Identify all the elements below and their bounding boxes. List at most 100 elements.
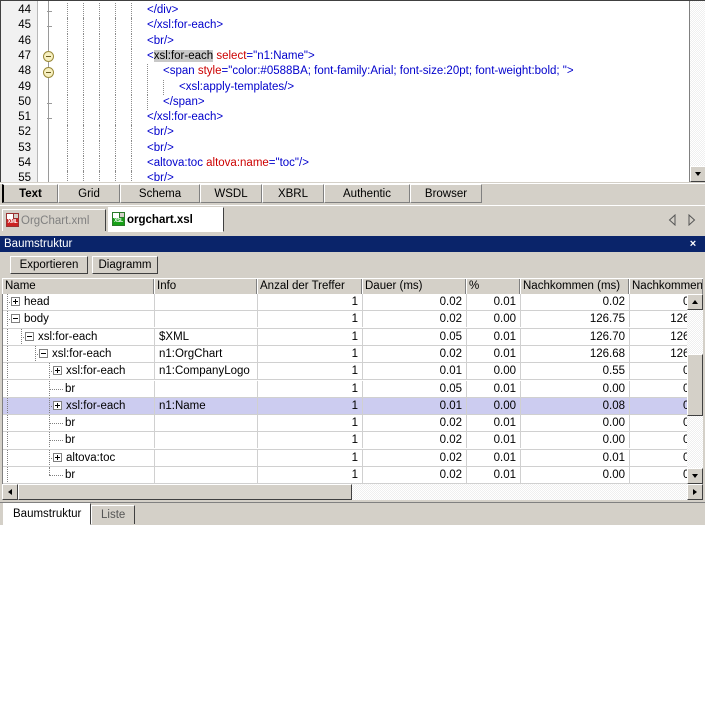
cell-dauer-ms[interactable]: 0.02 [363,294,467,310]
cell-nachkommen-ms[interactable]: 126.70 [521,328,630,345]
cell-dauer-ms[interactable]: 0.05 [363,380,467,397]
code-line[interactable]: 47 <xsl:for-each select="n1:Name"> [1,48,705,65]
document-tab-orgchart-xsl[interactable]: XSL orgchart.xsl [108,207,224,232]
cell-info[interactable] [155,449,258,466]
code-text[interactable]: <br/> [147,125,174,140]
document-tab-orgchart-xml[interactable]: XML OrgChart.xml [2,209,106,231]
cell-nachkommen-ms[interactable]: 0.00 [521,380,630,397]
cell-name[interactable]: xsl:for-each [3,328,155,345]
cell-anzal-der-treffer[interactable]: 1 [258,363,363,380]
cell-percent[interactable]: 0.00 [467,397,521,414]
code-text[interactable]: </xsl:for-each> [147,18,223,33]
cell-name[interactable]: xsl:for-each [3,345,155,362]
cell-nachkommen-un[interactable]: 0.0 [630,415,687,431]
column-header-[interactable]: % [466,279,520,294]
cell-name[interactable]: body [3,311,155,328]
grid-scroll-down-button[interactable] [687,468,703,484]
table-row[interactable]: altova:toc10.020.010.010.0 [3,449,687,467]
grid-scroll-up-button[interactable] [687,294,703,310]
cell-nachkommen-un[interactable]: 0.0 [630,294,687,310]
cell-dauer-ms[interactable]: 0.05 [363,328,467,345]
cell-dauer-ms[interactable]: 0.02 [363,449,467,466]
tab-wsdl[interactable]: WSDL [200,184,262,203]
cell-nachkommen-un[interactable]: 0.0 [630,467,687,483]
grid-scroll-left-button[interactable] [2,484,18,500]
cell-anzal-der-treffer[interactable]: 1 [258,415,363,432]
cell-percent[interactable]: 0.01 [467,449,521,466]
panel-bottom-tabbar[interactable]: Baumstruktur Liste [0,502,705,525]
cell-info[interactable] [155,294,258,310]
table-row[interactable]: xsl:for-each n1:Name10.010.000.080.0 [3,397,687,416]
cell-percent[interactable]: 0.00 [467,363,521,380]
cell-name[interactable]: br [3,432,155,449]
diagram-button[interactable]: Diagramm [92,256,158,274]
cell-nachkommen-un[interactable]: 0.0 [630,450,687,466]
tree-expand-icon[interactable] [53,400,62,410]
cell-dauer-ms[interactable]: 0.01 [363,397,467,414]
code-line[interactable]: 55 <br/> [1,171,705,182]
cell-dauer-ms[interactable]: 0.02 [363,415,467,432]
cell-percent[interactable]: 0.01 [467,467,521,483]
bottom-tab-liste[interactable]: Liste [91,505,136,524]
table-row[interactable]: br 10.020.010.000.0 [3,467,687,484]
cell-percent[interactable]: 0.00 [467,311,521,328]
cell-nachkommen-un[interactable]: 0.0 [630,432,687,448]
cell-name[interactable]: xsl:for-each [3,363,155,380]
code-line[interactable]: 53 <br/> [1,140,705,156]
column-header-info[interactable]: Info [154,279,257,294]
cell-name[interactable]: br [3,415,155,432]
column-header-nachkommen-ms[interactable]: Nachkommen (ms) [520,279,629,294]
cell-name[interactable]: xsl:for-each [3,397,155,414]
bottom-tab-baumstruktur[interactable]: Baumstruktur [3,503,92,525]
cell-info[interactable] [155,311,258,328]
cell-dauer-ms[interactable]: 0.01 [363,363,467,380]
code-text[interactable]: <br/> [147,141,174,156]
cell-info[interactable] [155,415,258,432]
cell-percent[interactable]: 0.01 [467,415,521,432]
cell-dauer-ms[interactable]: 0.02 [363,311,467,328]
tab-schema[interactable]: Schema [120,184,200,203]
tree-collapse-icon[interactable] [25,331,34,341]
code-line[interactable]: 44 </div> [1,3,705,19]
cell-name[interactable]: altova:toc [3,449,155,466]
cell-anzal-der-treffer[interactable]: 1 [258,311,363,328]
cell-nachkommen-ms[interactable]: 0.00 [521,415,630,432]
cell-anzal-der-treffer[interactable]: 1 [258,345,363,362]
column-header-name[interactable]: Name [2,279,154,294]
tree-collapse-icon[interactable] [11,314,20,324]
editor-scroll-track[interactable] [690,1,705,166]
document-tabbar[interactable]: XML OrgChart.xml XSL orgchart.xsl [0,205,705,234]
cell-anzal-der-treffer[interactable]: 1 [258,467,363,483]
cell-percent[interactable]: 0.01 [467,294,521,310]
cell-dauer-ms[interactable]: 0.02 [363,345,467,362]
cell-dauer-ms[interactable]: 0.02 [363,467,467,483]
grid-hscroll-thumb[interactable] [18,484,352,500]
cell-info[interactable]: n1:Name [155,397,258,414]
cell-nachkommen-un[interactable]: 0.0 [630,398,687,414]
tab-scroll-right-button[interactable] [686,213,697,227]
xsl-text-editor[interactable]: 44 </div> 45 </xsl:for-each> 46 <br/> 47 <xsl:f… [0,0,705,182]
code-line[interactable]: 54 <altova:toc altova:name="toc"/> [1,156,705,172]
table-row[interactable]: body 10.020.00126.75126.7 [3,311,687,329]
code-text[interactable]: <xsl:apply-templates/> [179,80,294,95]
cell-nachkommen-un[interactable]: 126.7 [630,329,687,345]
editor-vertical-scrollbar[interactable] [689,1,705,182]
grid-vscroll-thumb[interactable] [687,354,703,416]
table-row[interactable]: head10.020.010.020.0 [3,294,687,312]
table-row[interactable]: xsl:for-each n1:OrgChart 1 0.02 0.01 126.68 12… [3,345,687,364]
cell-nachkommen-ms[interactable]: 0.08 [521,397,630,414]
cell-nachkommen-un[interactable]: 0.5 [630,363,687,379]
fold-collapse-icon[interactable] [43,51,54,63]
tab-browser[interactable]: Browser [410,184,482,203]
cell-info[interactable] [155,380,258,397]
column-header-anzal-der-treffer[interactable]: Anzal der Treffer [257,279,362,294]
view-mode-tabbar[interactable]: Text Grid Schema WSDL XBRL Authentic Browser [0,183,705,204]
cell-anzal-der-treffer[interactable]: 1 [258,380,363,397]
cell-info[interactable]: n1:CompanyLogo [155,363,258,380]
cell-info[interactable]: $XML [155,328,258,345]
table-row[interactable]: xsl:for-each $XML10.050.01126.70126.7 [3,328,687,346]
cell-info[interactable]: n1:OrgChart [155,345,258,362]
code-line[interactable]: 46 <br/> [1,33,705,49]
editor-scroll-down-button[interactable] [690,166,705,182]
cell-name[interactable]: head [3,294,155,310]
